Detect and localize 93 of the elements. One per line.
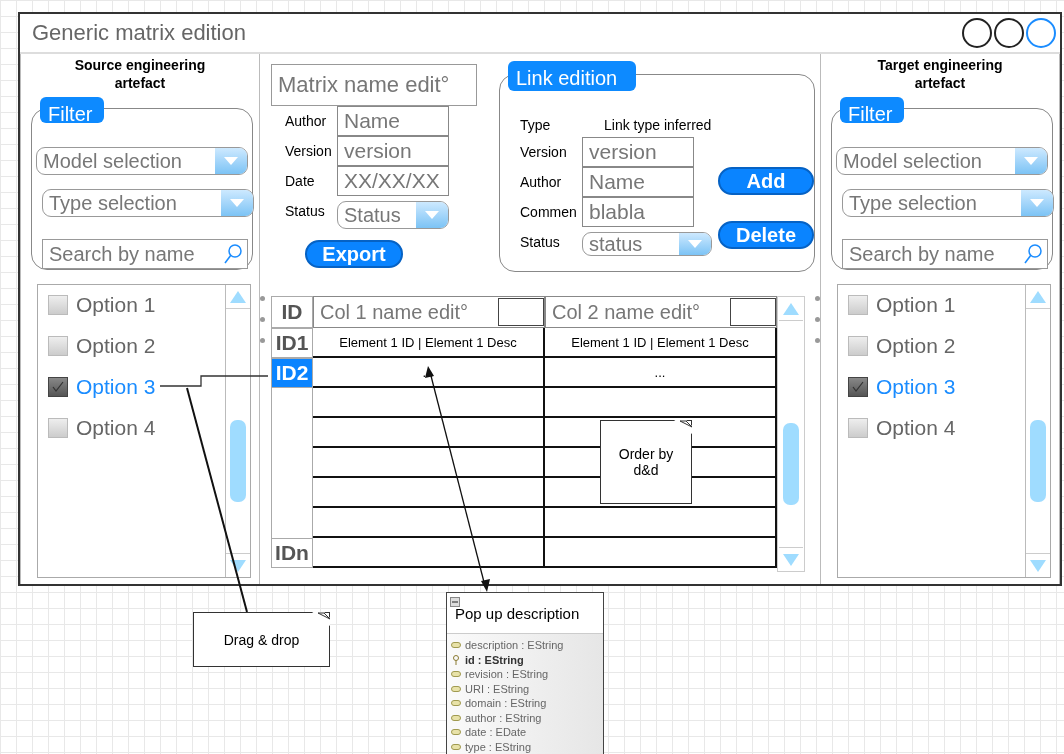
- note: Order by d&d: [600, 420, 692, 504]
- checkmark-icon: [51, 379, 65, 394]
- attribute-item: id : EString: [451, 652, 603, 667]
- scroll-thumb[interactable]: [783, 423, 799, 505]
- status-select[interactable]: status: [582, 232, 712, 256]
- checkbox[interactable]: [48, 294, 68, 315]
- option-item[interactable]: Option 2: [848, 332, 1025, 359]
- field-label: Version: [284, 143, 333, 159]
- collapse-icon[interactable]: [450, 597, 460, 607]
- attribute-item: type : EString: [451, 739, 603, 754]
- field-label: Commen: [519, 204, 578, 220]
- scrollbar[interactable]: [225, 285, 250, 577]
- attribute-icon: [451, 642, 461, 649]
- field-label: Date: [284, 173, 316, 189]
- delete-button[interactable]: Delete: [718, 221, 814, 249]
- input-field[interactable]: XX/XX/XX: [337, 166, 449, 196]
- option-item[interactable]: Option 1: [848, 291, 1025, 318]
- folded-corner-icon: [674, 420, 692, 434]
- link-edition-tab[interactable]: Link edition: [508, 61, 636, 91]
- checkbox[interactable]: [848, 335, 868, 356]
- search-field[interactable]: Search by name: [42, 239, 248, 269]
- attribute-item: description : EString: [451, 638, 603, 653]
- filter-tab[interactable]: Filter: [840, 97, 904, 123]
- table-cell: ...: [545, 358, 777, 388]
- option-item[interactable]: Option 4: [48, 414, 225, 441]
- row-id[interactable]: IDn: [271, 538, 313, 568]
- folded-corner-icon: [312, 612, 330, 626]
- table-cell: ...: [313, 358, 545, 388]
- column-header: ID: [271, 296, 313, 328]
- window-button[interactable]: [962, 18, 992, 48]
- option-item[interactable]: Option 2: [48, 332, 225, 359]
- popup-title: Pop up description: [455, 604, 580, 622]
- panel-title: Source engineering artefact: [73, 56, 207, 92]
- status-select[interactable]: Status: [337, 201, 449, 229]
- field-label: Type: [519, 117, 552, 133]
- key-icon: [451, 654, 461, 665]
- column-name-field[interactable]: Col 1 name edit°: [313, 296, 545, 328]
- id-cell[interactable]: [271, 388, 313, 418]
- filter-tab[interactable]: Filter: [40, 97, 104, 123]
- note: Drag & drop: [193, 612, 330, 667]
- search-field[interactable]: Search by name: [842, 239, 1048, 269]
- id-cell[interactable]: [271, 448, 313, 478]
- row-id[interactable]: ID2: [271, 358, 313, 388]
- field-label: Version: [519, 144, 568, 160]
- row-id[interactable]: ID1: [271, 328, 313, 358]
- input-field[interactable]: blabla: [582, 197, 694, 227]
- checkbox[interactable]: [848, 294, 868, 315]
- attribute-item: revision : EString: [451, 667, 603, 682]
- scrollbar[interactable]: [1025, 285, 1050, 577]
- type-select[interactable]: Type selection: [42, 189, 254, 217]
- column-name-field[interactable]: Col 2 name edit°: [545, 296, 777, 328]
- scrollbar[interactable]: [777, 296, 805, 572]
- matrix-name-field[interactable]: Matrix name edit°: [271, 64, 477, 106]
- option-item[interactable]: Option 3: [48, 373, 225, 400]
- field-label: Status: [519, 234, 561, 250]
- input-field[interactable]: Name: [337, 106, 449, 136]
- attribute-item: domain : EString: [451, 696, 603, 711]
- checkmark-icon: [851, 379, 865, 394]
- attribute-item: URI : EString: [451, 681, 603, 696]
- scroll-thumb[interactable]: [230, 420, 246, 502]
- search-icon: [1023, 243, 1043, 265]
- type-select[interactable]: Type selection: [842, 189, 1054, 217]
- id-cell[interactable]: [271, 478, 313, 508]
- option-item[interactable]: Option 1: [48, 291, 225, 318]
- field-label: Author: [519, 174, 563, 190]
- window-title: Generic matrix edition: [32, 20, 247, 46]
- checkbox[interactable]: [848, 376, 868, 397]
- scroll-thumb[interactable]: [1030, 420, 1046, 502]
- model-select[interactable]: Model selection: [836, 147, 1048, 175]
- checkbox[interactable]: [848, 417, 868, 438]
- link-type-text: Link type inferred: [603, 117, 712, 133]
- window-button[interactable]: [994, 18, 1024, 48]
- input-field[interactable]: Name: [582, 167, 694, 197]
- option-item[interactable]: Option 4: [848, 414, 1025, 441]
- option-item[interactable]: Option 3: [848, 373, 1025, 400]
- checkbox[interactable]: [48, 376, 68, 397]
- checkbox[interactable]: [48, 335, 68, 356]
- model-select[interactable]: Model selection: [36, 147, 248, 175]
- field-label: Status: [284, 203, 326, 219]
- id-cell[interactable]: [271, 508, 313, 538]
- attribute-item: author : EString: [451, 710, 603, 725]
- search-icon: [223, 243, 243, 265]
- table-cell: Element 1 ID | Element 1 Desc: [313, 328, 545, 358]
- input-field[interactable]: version: [582, 137, 694, 167]
- table-cell: Element 1 ID | Element 1 Desc: [545, 328, 777, 358]
- panel-title: Target engineering artefact: [876, 56, 1004, 92]
- input-field[interactable]: version: [337, 136, 449, 166]
- checkbox[interactable]: [48, 417, 68, 438]
- export-button[interactable]: Export: [305, 240, 403, 268]
- id-cell[interactable]: [271, 418, 313, 448]
- field-label: Author: [284, 113, 328, 129]
- add-button[interactable]: Add: [718, 167, 814, 195]
- attribute-item: date : EDate: [451, 725, 603, 740]
